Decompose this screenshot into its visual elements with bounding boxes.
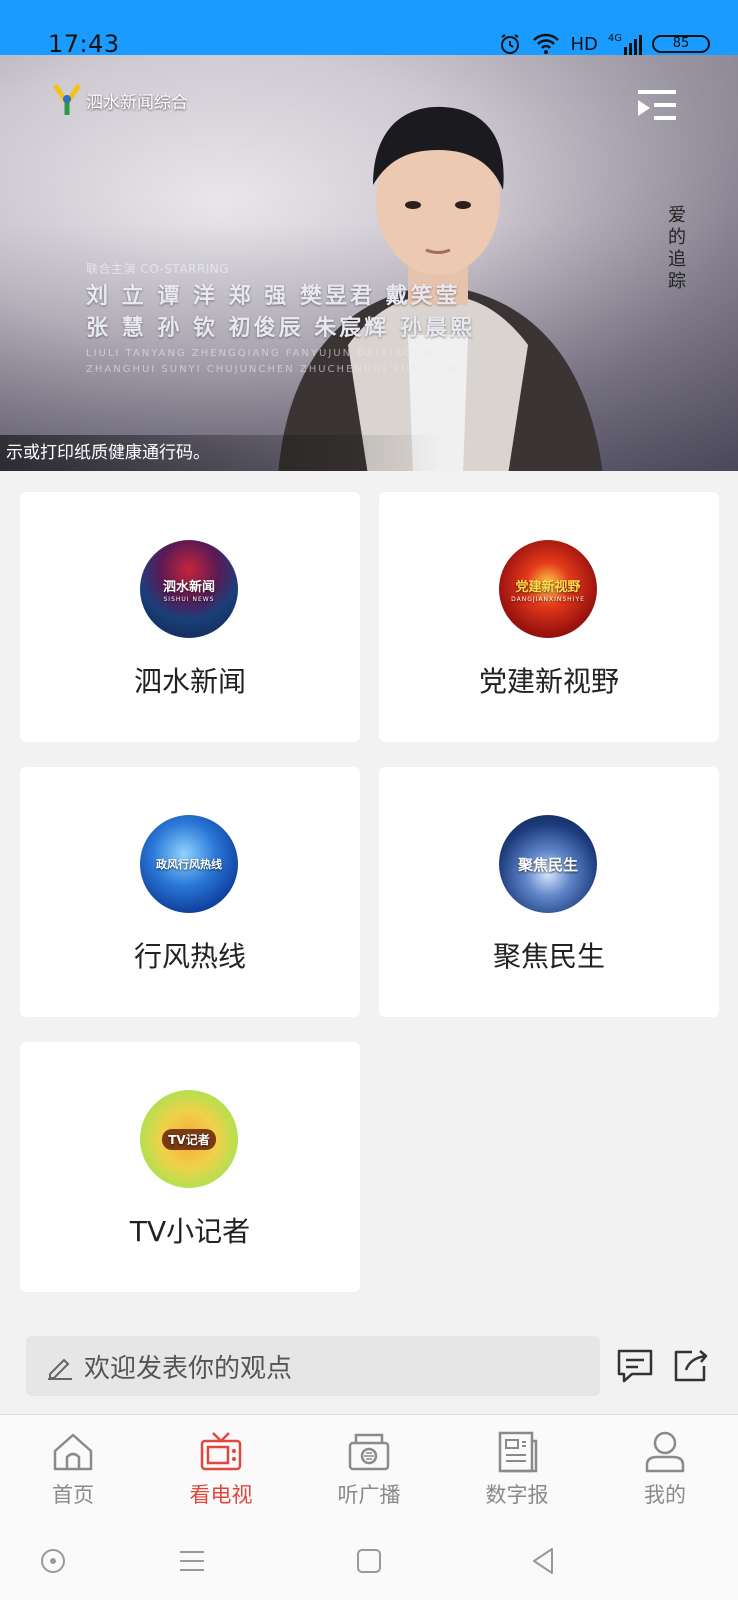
- program-card-livelihood[interactable]: 聚焦民生 聚焦民生: [379, 767, 719, 1017]
- nav-tv-label: 看电视: [189, 1483, 253, 1507]
- channel-logo: 泗水新闻综合: [52, 83, 188, 117]
- hotline-thumbnail: 政风行风热线: [140, 815, 238, 913]
- thumb-subtitle: SISHUI NEWS: [163, 595, 215, 603]
- program-name: TV小记者: [129, 1215, 251, 1248]
- program-card-sishui-news[interactable]: 泗水新闻 SISHUI NEWS 泗水新闻: [20, 492, 360, 742]
- signal-icon: 4G: [608, 33, 642, 55]
- profile-icon: [645, 1431, 685, 1473]
- battery-indicator: 85: [652, 35, 710, 53]
- comment-input[interactable]: 欢迎发表你的观点: [26, 1336, 600, 1396]
- tv-icon: [200, 1432, 242, 1471]
- credits-role: 联合主演 CO-STARRING: [86, 262, 230, 276]
- pencil-icon: [48, 1358, 72, 1380]
- thumb-subtitle: DANGJIANXINSHIYE: [511, 595, 585, 603]
- assistant-icon[interactable]: [38, 1546, 68, 1576]
- bottom-nav: 首页 看电视 听广播 数字报 我的: [0, 1414, 738, 1524]
- credits-names-1: 刘 立 谭 洋 郑 强 樊昱君 戴笑莹: [86, 284, 461, 309]
- comment-list-icon[interactable]: [616, 1348, 654, 1384]
- thumb-title: TV记者: [162, 1128, 216, 1150]
- program-card-hotline[interactable]: 政风行风热线 行风热线: [20, 767, 360, 1017]
- drama-title: 爱的追踪: [668, 205, 686, 292]
- thumb-title: 聚焦民生: [517, 855, 578, 874]
- signal-label: 4G: [607, 33, 622, 44]
- nav-tv[interactable]: 看电视: [161, 1425, 281, 1515]
- status-icons: HD 4G 85: [498, 30, 710, 58]
- sishui-news-thumbnail: 泗水新闻 SISHUI NEWS: [140, 540, 238, 638]
- comment-placeholder: 欢迎发表你的观点: [84, 1353, 293, 1384]
- program-card-tv-reporter[interactable]: TV记者 TV小记者: [20, 1042, 360, 1292]
- comment-bar: 欢迎发表你的观点: [0, 1316, 738, 1414]
- channel-logo-text: 泗水新闻综合: [86, 92, 188, 113]
- channel-logo-icon: [52, 83, 82, 115]
- credits-pinyin-1: LIULI TANYANG ZHENGQIANG FANYUJUN DAIXIA…: [86, 348, 445, 359]
- thumb-title: 党建新视野: [515, 579, 581, 595]
- nav-newspaper-label: 数字报: [485, 1483, 549, 1507]
- tv-reporter-thumbnail: TV记者: [140, 1090, 238, 1188]
- system-nav-bar: [0, 1524, 738, 1600]
- home-button-icon[interactable]: [354, 1546, 384, 1576]
- livelihood-thumbnail: 聚焦民生: [499, 815, 597, 913]
- radio-icon: [348, 1433, 390, 1471]
- thumb-title: 泗水新闻: [162, 579, 215, 595]
- video-player[interactable]: 泗水新闻综合 爱的追踪 联合主演 CO-STARRING 刘 立 谭 洋 郑 强…: [0, 55, 738, 471]
- nav-profile[interactable]: 我的: [605, 1425, 725, 1515]
- video-credits: 联合主演 CO-STARRING 刘 立 谭 洋 郑 强 樊昱君 戴笑莹 张 慧…: [86, 260, 475, 377]
- nav-radio-label: 听广播: [337, 1483, 401, 1507]
- share-icon[interactable]: [672, 1348, 710, 1384]
- nav-home-label: 首页: [52, 1483, 94, 1507]
- program-name: 聚焦民生: [492, 940, 605, 973]
- nav-radio[interactable]: 听广播: [309, 1425, 429, 1515]
- credits-names-2: 张 慧 孙 钦 初俊辰 朱宸辉 孙晨熙: [86, 316, 475, 341]
- status-time: 17:43: [48, 30, 120, 58]
- thumb-title: 政风行风热线: [156, 858, 222, 871]
- nav-home[interactable]: 首页: [13, 1425, 133, 1515]
- menu-icon[interactable]: [177, 1546, 207, 1576]
- back-icon[interactable]: [528, 1546, 558, 1576]
- news-ticker: 示或打印纸质健康通行码。: [0, 435, 738, 471]
- alarm-icon: [501, 34, 520, 54]
- credits-pinyin-2: ZHANGHUI SUNYI CHUJUNCHEN ZHUCHENHUI SUN…: [86, 364, 471, 375]
- wifi-icon: [533, 33, 560, 54]
- party-building-thumbnail: 党建新视野 DANGJIANXINSHIYE: [499, 540, 597, 638]
- status-bar: 17:43 HD 4G 85: [0, 0, 738, 58]
- program-card-party-building[interactable]: 党建新视野 DANGJIANXINSHIYE 党建新视野: [379, 492, 719, 742]
- newspaper-icon: [498, 1431, 538, 1473]
- network-label: HD: [570, 33, 598, 55]
- playlist-icon[interactable]: [638, 88, 680, 122]
- program-name: 泗水新闻: [133, 665, 246, 698]
- program-name: 行风热线: [133, 940, 246, 973]
- nav-profile-label: 我的: [644, 1483, 686, 1507]
- program-name: 党建新视野: [478, 665, 619, 698]
- nav-newspaper[interactable]: 数字报: [457, 1425, 577, 1515]
- home-icon: [53, 1433, 93, 1471]
